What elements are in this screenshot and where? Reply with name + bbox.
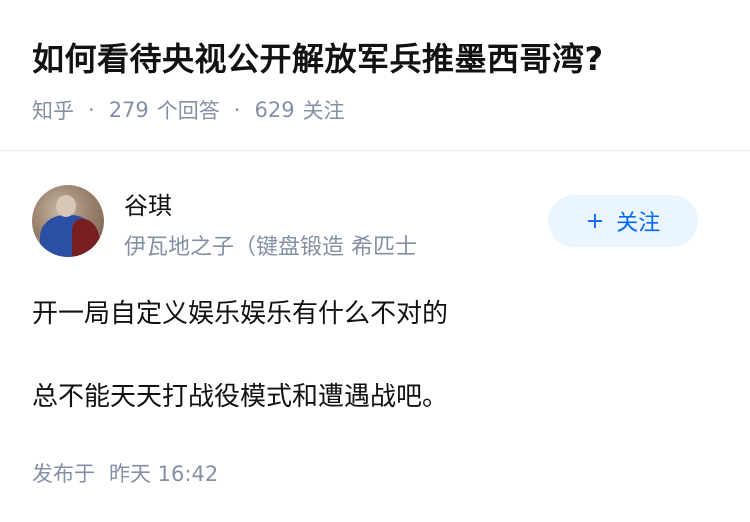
question-title[interactable]: 如何看待央视公开解放军兵推墨西哥湾? xyxy=(32,34,604,80)
answer-text-line: 总不能天天打战役模式和遭遇战吧。 xyxy=(32,382,449,412)
question-header: 如何看待央视公开解放军兵推墨西哥湾? 知乎 · 279 个回答 · 629 关注 xyxy=(0,0,750,150)
source-label[interactable]: 知乎 xyxy=(32,95,74,125)
answers-count[interactable]: 279 xyxy=(109,98,149,122)
answers-label[interactable]: 个回答 xyxy=(157,95,220,125)
followers-count[interactable]: 629 xyxy=(254,98,294,122)
published-label: 发布于 xyxy=(32,462,95,486)
published-time: 昨天 16:42 xyxy=(109,462,219,486)
header-divider xyxy=(0,150,750,151)
follow-button[interactable]: + 关注 xyxy=(548,195,698,247)
followers-label[interactable]: 关注 xyxy=(303,95,345,125)
plus-icon: + xyxy=(585,208,605,234)
separator-dot: · xyxy=(233,98,241,122)
zhihu-answer-page: 如何看待央视公开解放军兵推墨西哥湾? 知乎 · 279 个回答 · 629 关注… xyxy=(0,0,750,522)
separator-dot: · xyxy=(88,98,95,122)
avatar-figure-drape xyxy=(72,219,100,257)
follow-button-label: 关注 xyxy=(616,211,661,236)
answer-text-line: 开一局自定义娱乐娱乐有什么不对的 xyxy=(32,299,449,329)
author-name[interactable]: 谷琪 xyxy=(124,186,172,221)
avatar-figure-head xyxy=(56,195,76,217)
publish-time: 发布于 昨天 16:42 xyxy=(32,458,218,488)
author-avatar[interactable] xyxy=(32,185,104,257)
question-meta: 知乎 · 279 个回答 · 629 关注 xyxy=(32,95,345,125)
author-bio: 伊瓦地之子（键盘锻造 希匹士 xyxy=(124,235,417,260)
